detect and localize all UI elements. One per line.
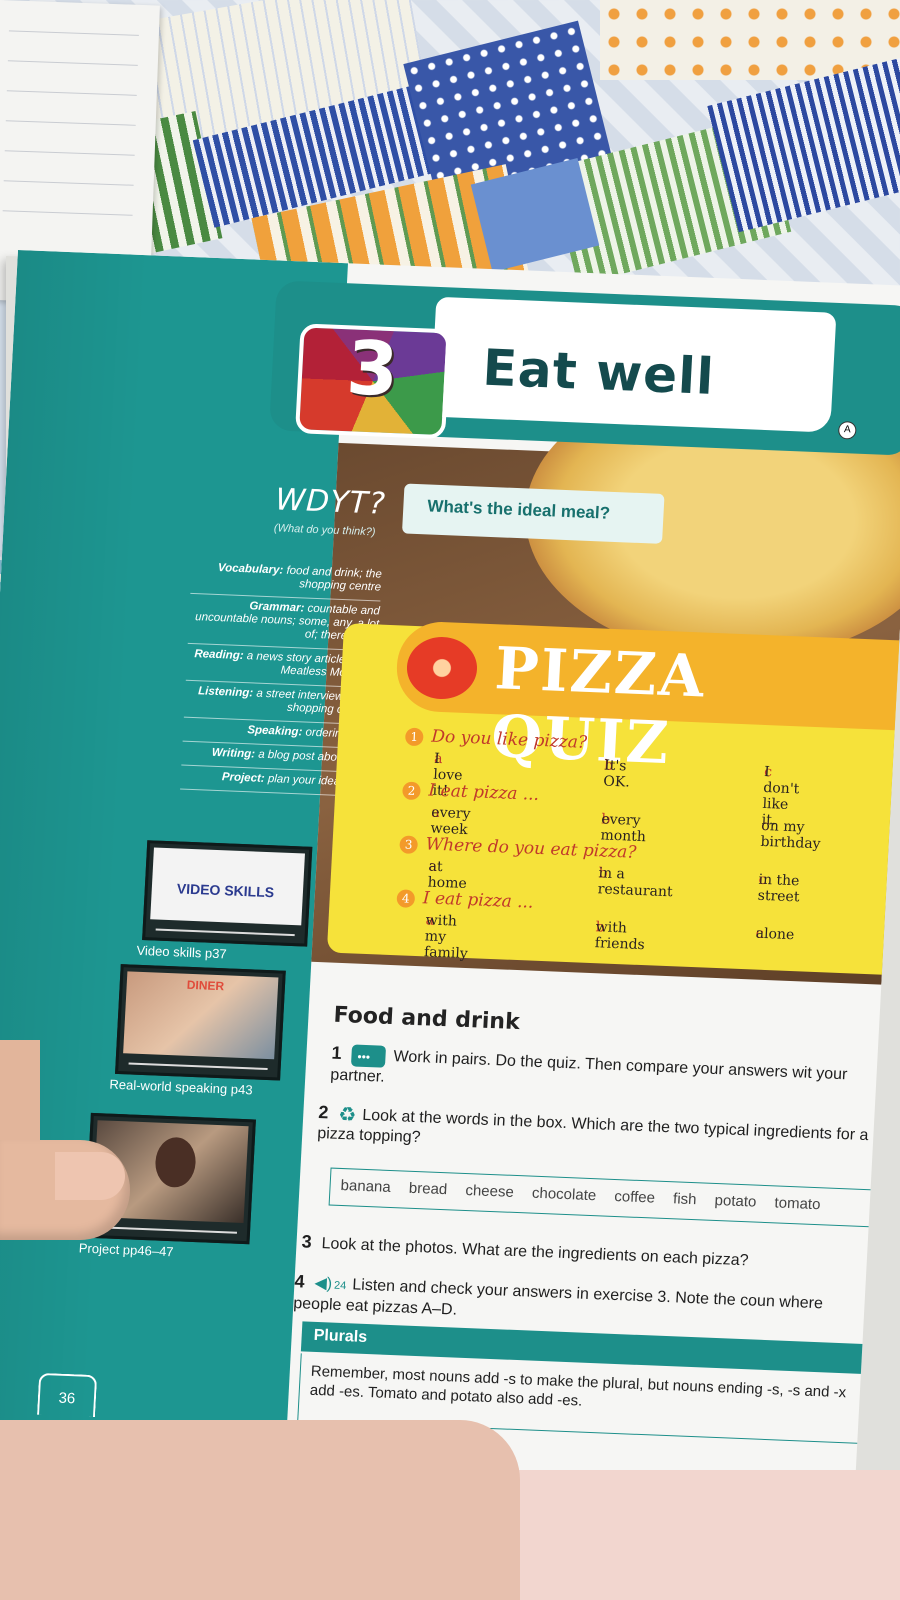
wdyt-title: WDYT? <box>274 482 387 522</box>
word-box-item: fish <box>672 1190 697 1209</box>
audio-icon: ◀) <box>314 1274 333 1293</box>
presenter-photo <box>154 1136 197 1189</box>
video-thumbnail-video-skills: VIDEO SKILLS Video skills p37 <box>136 840 313 961</box>
leg-foreground <box>0 1420 520 1600</box>
word-box-item: banana <box>340 1176 392 1196</box>
exercise-1: 1Work in pairs. Do the quiz. Then compar… <box>330 1043 892 1108</box>
word-box-item: bread <box>408 1179 448 1199</box>
unit-title: Eat well <box>481 338 716 406</box>
unit-number: 3 <box>344 325 401 414</box>
word-box-item: potato <box>714 1191 757 1211</box>
word-box: banana bread cheese chocolate coffee fis… <box>328 1167 891 1228</box>
exercise-2: 2 ♻ Look at the words in the box. Which ar… <box>316 1102 869 1147</box>
page-number: 36 <box>36 1372 98 1418</box>
audio-track-number: 24 <box>333 1279 347 1293</box>
word-box-item: coffee <box>613 1187 656 1207</box>
diner-sign: DINER <box>186 977 225 994</box>
video-progress-bar <box>128 1062 268 1071</box>
word-box-item: chocolate <box>531 1184 597 1205</box>
word-box-item: cheese <box>464 1181 515 1201</box>
video-thumbnail-real-world-speaking: DINER Real-world speaking p43 <box>109 964 286 1097</box>
thumbnail-nail <box>55 1152 125 1200</box>
pair-work-icon <box>350 1044 387 1068</box>
video-progress-bar <box>97 1226 238 1234</box>
exercise-3: 3 Look at the photos. What are the ingred… <box>301 1231 749 1270</box>
quiz-questions: 1 Do you like pizza? aI love it! b It's OK… <box>395 726 896 962</box>
section-title: Food and drink <box>332 1002 521 1036</box>
recycle-icon: ♻ <box>337 1103 357 1127</box>
textbook-page: 3 Eat well A WDYT? (What do you think?) … <box>0 250 900 1554</box>
textbook: 3 Eat well A WDYT? (What do you think?) … <box>0 0 900 1600</box>
video-skills-logo: VIDEO SKILLS <box>176 880 275 901</box>
video-progress-bar <box>155 928 295 937</box>
word-box-item: tomato <box>774 1194 821 1214</box>
